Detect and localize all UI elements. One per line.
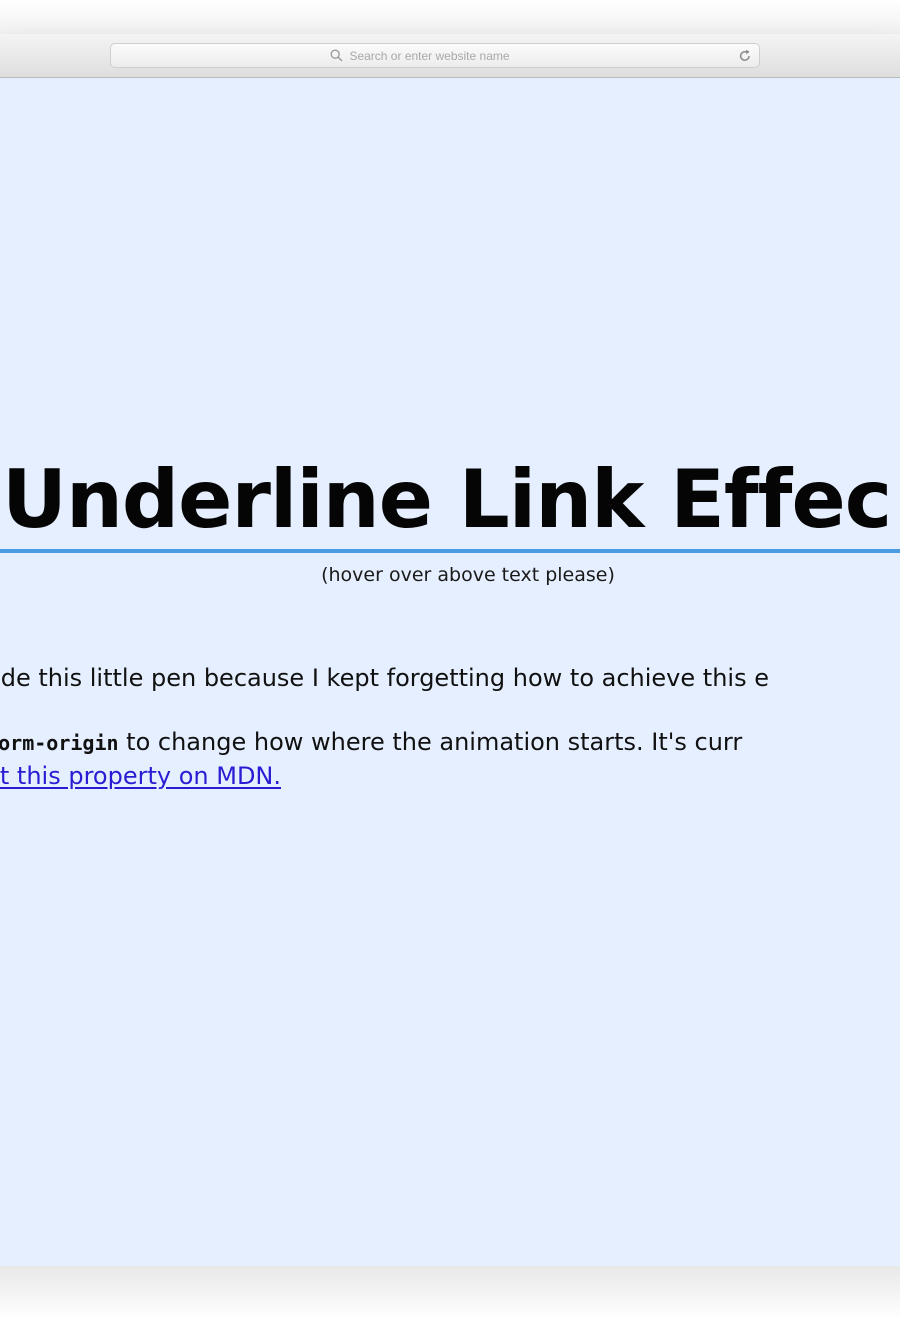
screenshot-stage: Search or enter website name Underline L…: [0, 0, 900, 1342]
intro-paragraph-text: ade this little pen because I kept forge…: [0, 664, 769, 692]
top-backdrop: [0, 0, 900, 34]
page-content: Underline Link Effec (hover over above t…: [0, 78, 900, 1266]
address-bar[interactable]: Search or enter website name: [110, 43, 760, 68]
transform-paragraph: nsform-origin to change how where the an…: [0, 728, 900, 764]
reload-icon[interactable]: [737, 48, 753, 64]
transform-paragraph-text: to change how where the animation starts…: [118, 728, 743, 756]
search-icon: [330, 49, 343, 62]
code-term: nsform-origin: [0, 731, 119, 755]
address-placeholder: Search or enter website name: [349, 48, 510, 63]
page-heading[interactable]: Underline Link Effec: [2, 450, 892, 550]
transform-paragraph-line: nsform-origin to change how where the an…: [0, 728, 742, 756]
heading-underline: [0, 549, 900, 553]
link-line: out this property on MDN.: [0, 762, 900, 802]
browser-toolbar: Search or enter website name: [0, 34, 900, 78]
intro-paragraph: ade this little pen because I kept forge…: [0, 664, 900, 700]
heading-container: Underline Link Effec: [0, 450, 900, 560]
browser-window: Search or enter website name Underline L…: [0, 34, 900, 1266]
address-bar-content: Search or enter website name: [111, 44, 729, 67]
bottom-backdrop: [0, 1266, 900, 1342]
mdn-link[interactable]: out this property on MDN.: [0, 762, 281, 790]
hover-hint: (hover over above text please): [321, 564, 615, 586]
